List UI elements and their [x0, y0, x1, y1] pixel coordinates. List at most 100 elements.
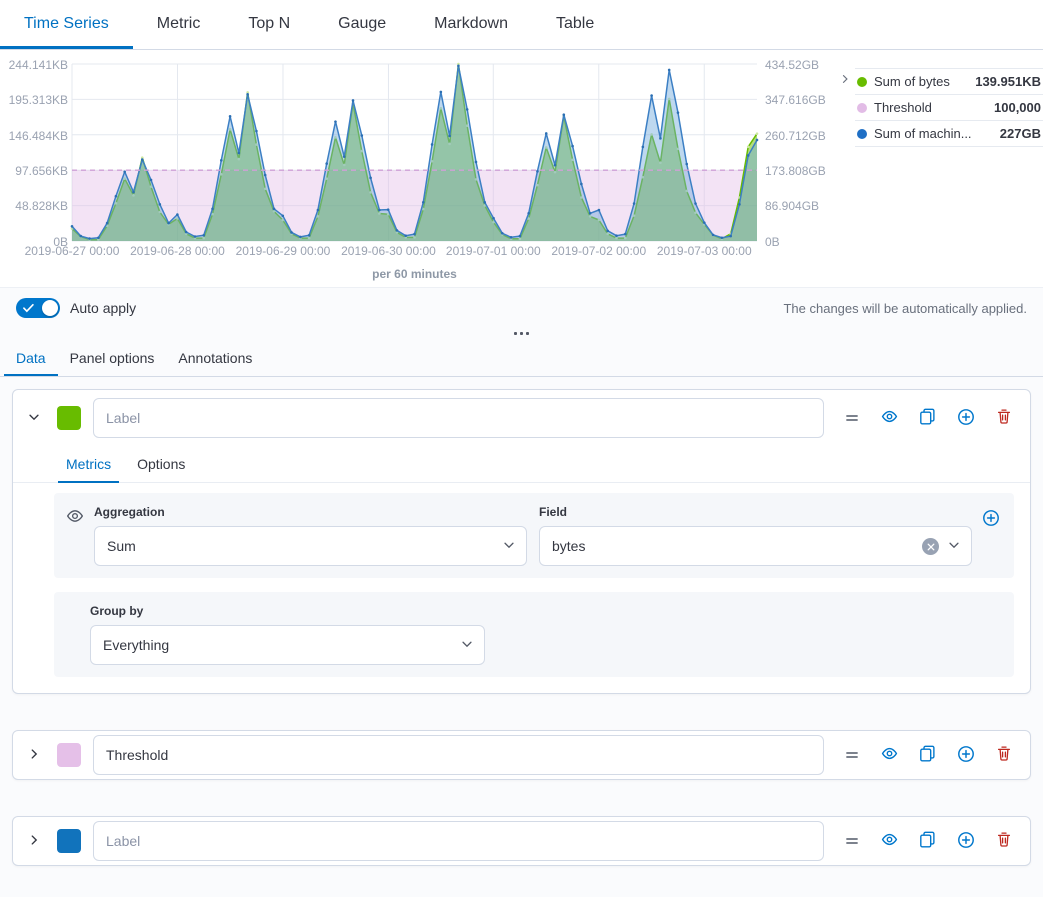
tab-metric[interactable]: Metric	[133, 0, 225, 49]
tab-annotations[interactable]: Annotations	[166, 340, 264, 376]
series-panel-2	[12, 730, 1031, 780]
timeseries-chart[interactable]	[72, 64, 757, 241]
eye-icon[interactable]	[66, 507, 84, 530]
chevron-right-icon	[27, 747, 41, 764]
group-by-row: Group by Everything	[54, 592, 1014, 677]
metrics-tabs: Metrics Options	[13, 446, 1030, 483]
series-label-input[interactable]	[93, 821, 824, 861]
toggle-series-visibility-button[interactable]	[879, 829, 900, 853]
series-header	[13, 817, 1030, 865]
eye-icon	[881, 745, 898, 765]
legend-label: Sum of machin...	[874, 126, 993, 141]
delete-series-button[interactable]	[994, 406, 1014, 430]
field-combobox[interactable]: bytes	[539, 526, 972, 566]
chart-legend: Sum of bytes 139.951KB Threshold 100,000…	[837, 64, 1043, 147]
clear-field-button[interactable]	[922, 538, 939, 555]
chart-interval-caption: per 60 minutes	[72, 267, 757, 281]
clone-icon	[919, 831, 936, 851]
chevron-right-icon	[27, 833, 41, 850]
legend-value: 100,000	[994, 100, 1041, 115]
tab-data[interactable]: Data	[4, 340, 58, 376]
add-series-button[interactable]	[955, 743, 977, 768]
right-axis-tick: 434.52GB	[765, 58, 819, 72]
tab-gauge[interactable]: Gauge	[314, 0, 410, 49]
right-axis-tick: 347.616GB	[765, 93, 826, 107]
expand-series-button[interactable]	[23, 743, 45, 768]
drag-handle-icon[interactable]	[842, 745, 862, 765]
series-editor: Metrics Options Aggregation Sum Field	[0, 377, 1043, 897]
tab-time-series[interactable]: Time Series	[0, 0, 133, 49]
legend-item-sum-of-bytes[interactable]: Sum of bytes 139.951KB	[855, 68, 1043, 95]
collapse-series-button[interactable]	[23, 406, 45, 431]
delete-series-button[interactable]	[994, 829, 1014, 853]
aggregation-select[interactable]: Sum	[94, 526, 527, 566]
check-icon	[23, 303, 34, 313]
delete-series-button[interactable]	[994, 743, 1014, 767]
right-axis-tick: 173.808GB	[765, 164, 826, 178]
x-axis-tick: 2019-07-03 00:00	[657, 244, 752, 258]
clone-series-button[interactable]	[917, 743, 938, 767]
right-axis-tick: 260.712GB	[765, 129, 826, 143]
add-series-button[interactable]	[955, 406, 977, 431]
legend-value: 227GB	[1000, 126, 1041, 141]
legend-dot-blue	[857, 129, 867, 139]
trash-icon	[996, 408, 1012, 428]
series-label-input[interactable]	[93, 398, 824, 438]
aggregation-value: Sum	[107, 538, 502, 554]
left-axis-tick: 195.313KB	[9, 93, 68, 107]
tab-markdown[interactable]: Markdown	[410, 0, 532, 49]
auto-apply-label: Auto apply	[70, 300, 136, 316]
legend-collapse-button[interactable]	[837, 68, 853, 92]
right-axis-tick: 86.904GB	[765, 199, 819, 213]
plus-circle-icon	[957, 745, 975, 766]
x-axis-tick: 2019-06-29 00:00	[236, 244, 331, 258]
tab-options[interactable]: Options	[129, 448, 193, 483]
x-axis-tick: 2019-06-30 00:00	[341, 244, 436, 258]
expand-series-button[interactable]	[23, 829, 45, 854]
clone-series-button[interactable]	[917, 406, 938, 430]
series-panel-1: Metrics Options Aggregation Sum Field	[12, 389, 1031, 694]
auto-apply-description: The changes will be automatically applie…	[783, 301, 1027, 316]
drag-handle-icon[interactable]	[842, 408, 862, 428]
trash-icon	[996, 831, 1012, 851]
series-color-swatch[interactable]	[57, 406, 81, 430]
drag-handle-icon[interactable]	[842, 831, 862, 851]
eye-icon	[881, 831, 898, 851]
editor-tabs: Data Panel options Annotations	[0, 340, 1043, 377]
chevron-down-icon	[460, 637, 474, 654]
right-axis: 434.52GB 347.616GB 260.712GB 173.808GB 8…	[757, 64, 837, 241]
tab-panel-options[interactable]: Panel options	[58, 340, 167, 376]
x-axis: 2019-06-27 00:00 2019-06-28 00:00 2019-0…	[72, 244, 757, 260]
series-color-swatch[interactable]	[57, 743, 81, 767]
clone-series-button[interactable]	[917, 829, 938, 853]
legend-value: 139.951KB	[975, 74, 1041, 89]
x-icon	[927, 539, 935, 554]
group-by-value: Everything	[103, 637, 460, 653]
chart-section: 244.141KB 195.313KB 146.484KB 97.656KB 4…	[0, 50, 1043, 287]
add-series-button[interactable]	[955, 829, 977, 854]
legend-item-sum-of-machine-ram[interactable]: Sum of machin... 227GB	[855, 121, 1043, 147]
series-label-input[interactable]	[93, 735, 824, 775]
panel-resize-handle[interactable]	[0, 326, 1043, 340]
right-axis-tick: 0B	[765, 235, 780, 249]
auto-apply-bar: Auto apply The changes will be automatic…	[0, 287, 1043, 326]
left-axis-tick: 48.828KB	[15, 199, 68, 213]
legend-item-threshold[interactable]: Threshold 100,000	[855, 95, 1043, 121]
eye-icon	[881, 408, 898, 428]
toggle-knob	[42, 300, 58, 316]
series-color-swatch[interactable]	[57, 829, 81, 853]
toggle-series-visibility-button[interactable]	[879, 406, 900, 430]
legend-dot-pink	[857, 103, 867, 113]
tab-table[interactable]: Table	[532, 0, 618, 49]
tab-metrics[interactable]: Metrics	[58, 448, 119, 483]
tab-top-n[interactable]: Top N	[224, 0, 314, 49]
chevron-right-icon	[839, 73, 851, 88]
auto-apply-toggle[interactable]	[16, 298, 60, 318]
field-label: Field	[539, 505, 972, 519]
group-by-select[interactable]: Everything	[90, 625, 485, 665]
field-value: bytes	[552, 538, 922, 554]
add-metric-button[interactable]	[980, 507, 1002, 532]
toggle-series-visibility-button[interactable]	[879, 743, 900, 767]
chevron-down-icon	[502, 538, 516, 555]
left-axis: 244.141KB 195.313KB 146.484KB 97.656KB 4…	[0, 64, 72, 241]
